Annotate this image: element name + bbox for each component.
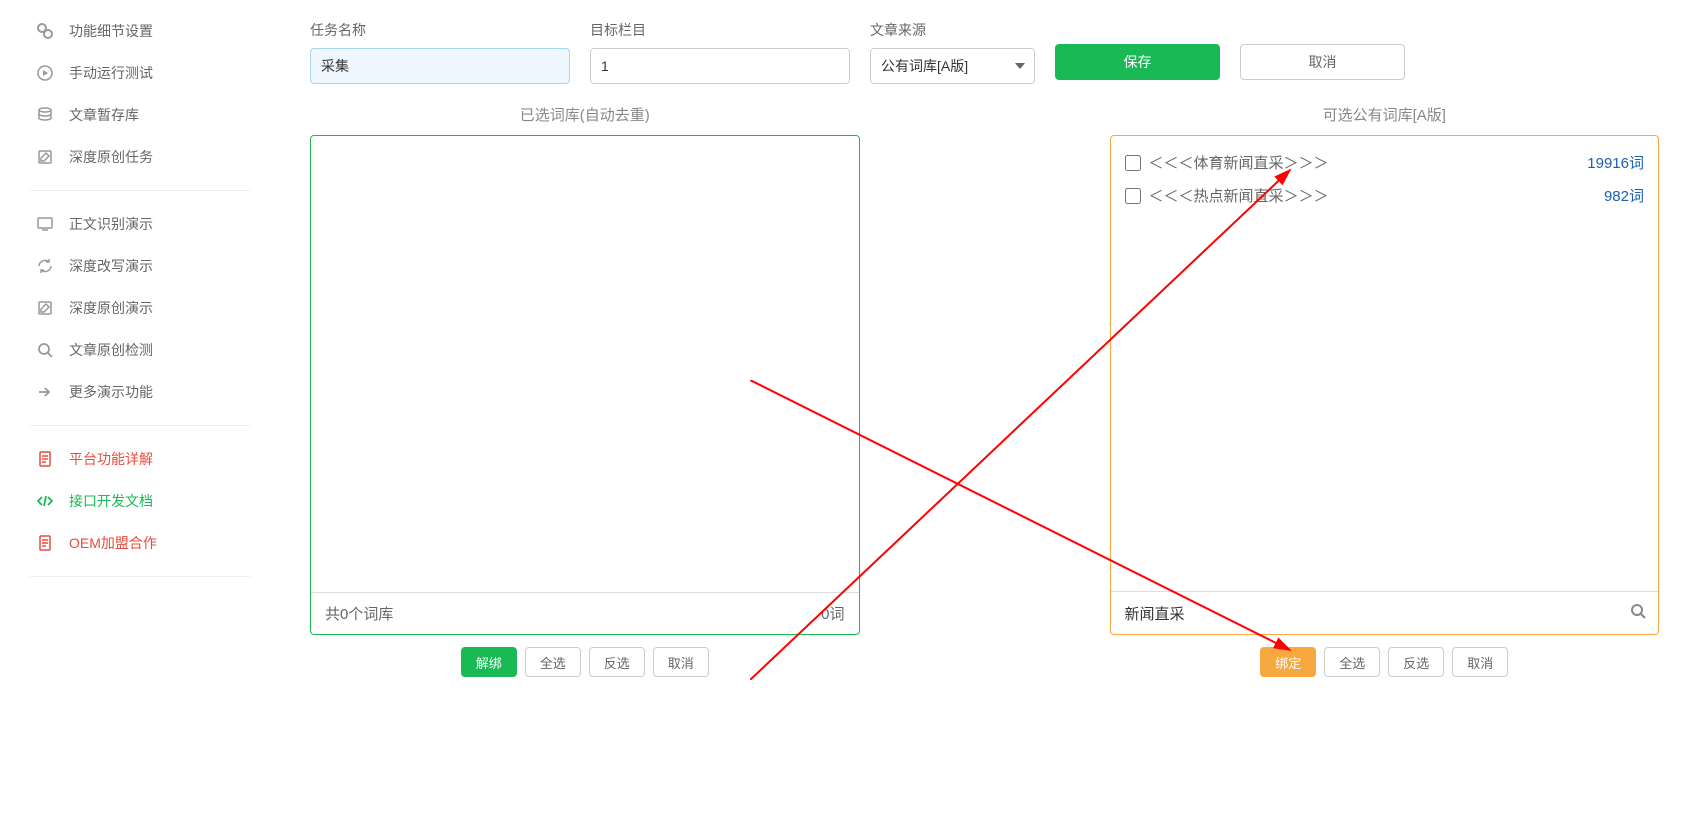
document-icon	[35, 449, 55, 469]
cancel-sel-button[interactable]: 取消	[653, 647, 709, 677]
task-name-label: 任务名称	[310, 20, 570, 40]
target-label: 目标栏目	[590, 20, 850, 40]
search-icon[interactable]	[1624, 603, 1652, 624]
available-panel-box: ＜＜＜体育新闻直采＞＞＞ 19916词 ＜＜＜热点新闻直采＞＞＞ 982词	[1110, 135, 1660, 635]
save-button[interactable]: 保存	[1055, 44, 1220, 80]
wordlib-checkbox[interactable]	[1125, 155, 1141, 171]
sidebar-item-label: 平台功能详解	[69, 449, 153, 469]
invert-button[interactable]: 反选	[1388, 647, 1444, 677]
divider	[30, 425, 250, 426]
available-panel: 可选公有词库[A版] ＜＜＜体育新闻直采＞＞＞ 19916词	[1110, 104, 1660, 677]
monitor-icon	[35, 214, 55, 234]
selected-count-label: 共0个词库	[325, 603, 393, 624]
wordlib-item[interactable]: ＜＜＜体育新闻直采＞＞＞ 19916词	[1121, 146, 1649, 179]
selected-panel-box: 共0个词库 0词	[310, 135, 860, 635]
selected-panel-body	[311, 136, 859, 592]
wordlib-item[interactable]: ＜＜＜热点新闻直采＞＞＞ 982词	[1121, 179, 1649, 212]
sidebar: 功能细节设置 手动运行测试 文章暂存库 深度原创任务 正文识别演示	[0, 0, 280, 816]
sidebar-item-label: 文章暂存库	[69, 105, 139, 125]
bind-button[interactable]: 绑定	[1260, 647, 1316, 677]
sidebar-item-more-demo[interactable]: 更多演示功能	[30, 371, 250, 413]
sidebar-item-label: 深度原创任务	[69, 147, 153, 167]
edit-icon	[35, 298, 55, 318]
source-select[interactable]: 公有词库[A版]	[870, 48, 1035, 84]
gears-icon	[35, 21, 55, 41]
selected-word-count: 0词	[821, 603, 844, 624]
unbind-button[interactable]: 解绑	[461, 647, 517, 677]
invert-button[interactable]: 反选	[589, 647, 645, 677]
form-row: 任务名称 目标栏目 文章来源 公有词库[A版] 保存	[310, 20, 1659, 84]
divider	[30, 190, 250, 191]
sidebar-item-api-doc[interactable]: 接口开发文档	[30, 480, 250, 522]
wordlib-name: ＜＜＜体育新闻直采＞＞＞	[1149, 152, 1329, 173]
sidebar-item-label: 功能细节设置	[69, 21, 153, 41]
divider	[30, 576, 250, 577]
sidebar-item-article-store[interactable]: 文章暂存库	[30, 94, 250, 136]
sidebar-item-settings[interactable]: 功能细节设置	[30, 10, 250, 52]
target-input[interactable]	[590, 48, 850, 84]
cancel-button[interactable]: 取消	[1240, 44, 1405, 80]
available-panel-title: 可选公有词库[A版]	[1110, 104, 1660, 125]
selected-panel-footer: 共0个词库 0词	[311, 592, 859, 634]
edit-icon	[35, 147, 55, 167]
sidebar-item-original-demo[interactable]: 深度原创演示	[30, 287, 250, 329]
sidebar-item-rewrite-demo[interactable]: 深度改写演示	[30, 245, 250, 287]
play-icon	[35, 63, 55, 83]
refresh-icon	[35, 256, 55, 276]
sidebar-item-label: OEM加盟合作	[69, 533, 157, 553]
sidebar-item-oem[interactable]: OEM加盟合作	[30, 522, 250, 564]
sidebar-item-deep-task[interactable]: 深度原创任务	[30, 136, 250, 178]
sidebar-item-label: 文章原创检测	[69, 340, 153, 360]
cancel-button[interactable]: 取消	[1452, 647, 1508, 677]
sidebar-item-content-demo[interactable]: 正文识别演示	[30, 203, 250, 245]
sidebar-item-manual-run[interactable]: 手动运行测试	[30, 52, 250, 94]
sidebar-item-label: 正文识别演示	[69, 214, 153, 234]
available-panel-body: ＜＜＜体育新闻直采＞＞＞ 19916词 ＜＜＜热点新闻直采＞＞＞ 982词	[1111, 136, 1659, 591]
sidebar-item-label: 接口开发文档	[69, 491, 153, 511]
code-icon	[35, 491, 55, 511]
search-icon	[35, 340, 55, 360]
selected-panel: 已选词库(自动去重) 共0个词库 0词 解绑 全选 反选 取消	[310, 104, 860, 677]
share-icon	[35, 382, 55, 402]
sidebar-item-check-demo[interactable]: 文章原创检测	[30, 329, 250, 371]
sidebar-item-label: 深度改写演示	[69, 256, 153, 276]
wordlib-count: 982词	[1604, 185, 1644, 206]
wordlib-count: 19916词	[1587, 152, 1644, 173]
wordlib-name: ＜＜＜热点新闻直采＞＞＞	[1149, 185, 1329, 206]
main-content: 任务名称 目标栏目 文章来源 公有词库[A版] 保存	[280, 0, 1689, 816]
select-all-button[interactable]: 全选	[525, 647, 581, 677]
panels: 已选词库(自动去重) 共0个词库 0词 解绑 全选 反选 取消 可选公有词	[310, 104, 1659, 677]
task-name-input[interactable]	[310, 48, 570, 84]
sidebar-item-label: 更多演示功能	[69, 382, 153, 402]
wordlib-checkbox[interactable]	[1125, 188, 1141, 204]
source-label: 文章来源	[870, 20, 1035, 40]
sidebar-item-label: 深度原创演示	[69, 298, 153, 318]
available-panel-search	[1111, 591, 1659, 634]
search-input[interactable]	[1117, 598, 1617, 628]
sidebar-item-platform-doc[interactable]: 平台功能详解	[30, 438, 250, 480]
database-icon	[35, 105, 55, 125]
select-all-button[interactable]: 全选	[1324, 647, 1380, 677]
selected-panel-title: 已选词库(自动去重)	[310, 104, 860, 125]
document-icon	[35, 533, 55, 553]
sidebar-item-label: 手动运行测试	[69, 63, 153, 83]
